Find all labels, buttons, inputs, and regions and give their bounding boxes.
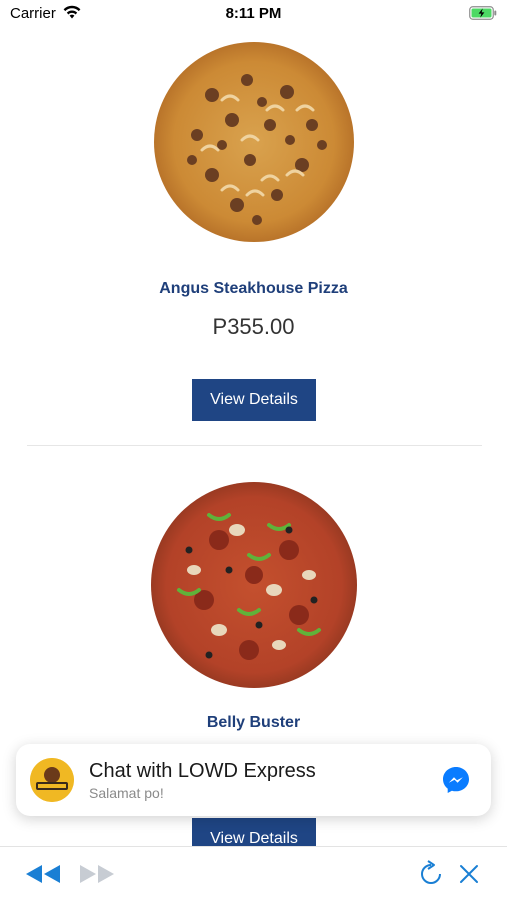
product-card: Angus Steakhouse Pizza P355.00 View Deta…: [0, 0, 507, 446]
product-name: Belly Buster: [206, 714, 301, 731]
chat-banner[interactable]: Chat with LOWD Express Salamat po!: [16, 744, 491, 816]
logo-graphic: [30, 758, 74, 802]
fast-forward-icon[interactable]: [78, 863, 116, 885]
screen: Carrier 8:11 PM Angus Steakhouse Pizza P…: [0, 0, 507, 900]
product-price: P355.00: [212, 314, 295, 339]
rewind-icon[interactable]: [24, 863, 62, 885]
close-icon[interactable]: [458, 863, 480, 885]
product-name: Angus Steakhouse Pizza: [159, 280, 348, 297]
refresh-icon[interactable]: [418, 859, 444, 887]
chat-title: Chat with LOWD Express: [89, 760, 316, 782]
messenger-icon[interactable]: [441, 765, 471, 795]
view-details-button[interactable]: View Details: [192, 379, 316, 421]
bottom-toolbar: [0, 846, 507, 900]
pizza-image[interactable]: [152, 40, 356, 244]
lowd-express-logo: [30, 758, 74, 802]
pizza-image[interactable]: [149, 480, 359, 690]
chat-subtitle: Salamat po!: [89, 785, 164, 801]
